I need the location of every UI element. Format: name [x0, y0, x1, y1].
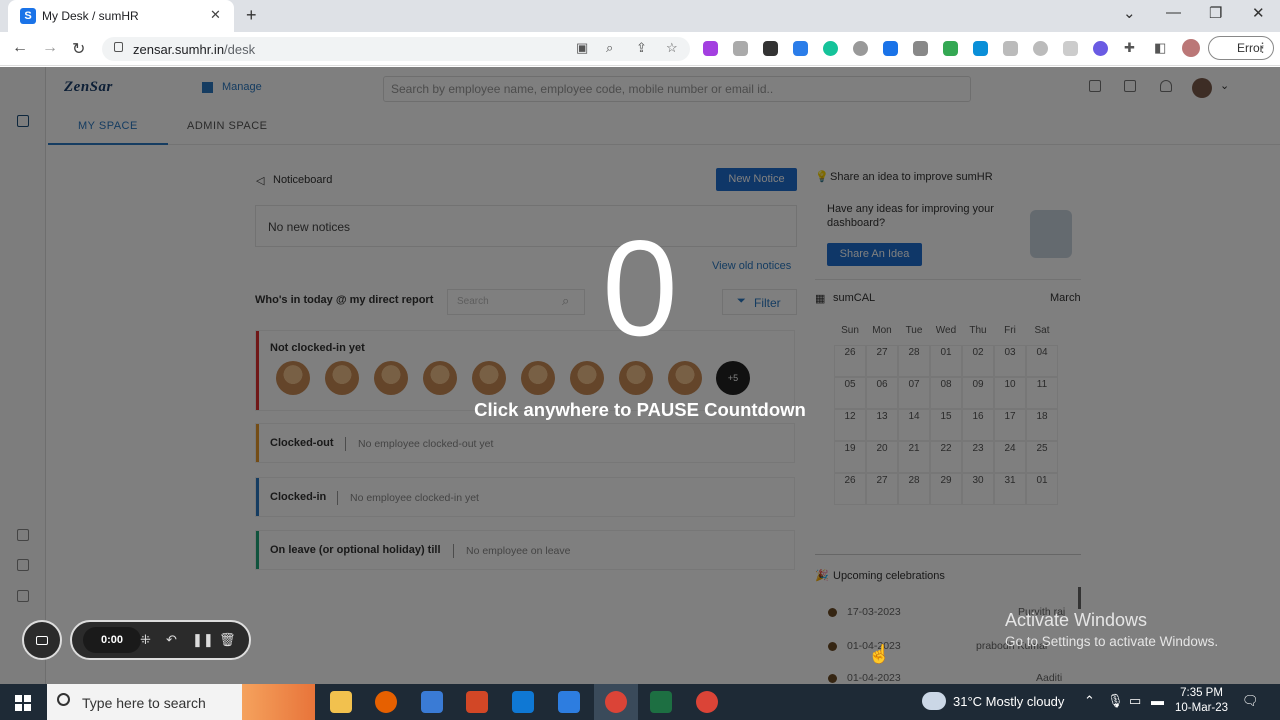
extensions-puzzle-icon[interactable]: ✚ [1124, 40, 1135, 56]
battery-icon[interactable]: ▬ [1151, 693, 1164, 708]
calculator-icon[interactable] [421, 691, 443, 713]
url-text: zensar.sumhr.in/desk [133, 42, 255, 57]
undo-icon[interactable]: ↶ [166, 632, 177, 648]
windows-taskbar: Type here to search 31°C Mostly cloudy ⌃… [0, 684, 1280, 720]
windows-start-icon[interactable] [15, 695, 31, 711]
countdown-overlay[interactable] [0, 67, 1280, 684]
recording-timer: 0:00 [83, 627, 141, 653]
extension-n-icon[interactable] [793, 41, 808, 56]
zoom-icon[interactable]: ⌕ [606, 40, 613, 56]
minimize-icon[interactable]: — [1166, 4, 1181, 21]
tab-title: My Desk / sumHR [42, 9, 139, 23]
pause-countdown-message[interactable]: Click anywhere to PAUSE Countdown [0, 399, 1280, 421]
lock-icon [114, 42, 123, 52]
back-icon[interactable]: ← [12, 39, 28, 57]
mail-icon[interactable] [512, 691, 534, 713]
video-camera-icon [36, 636, 48, 645]
extension-1-icon[interactable] [703, 41, 718, 56]
bookmark-star-icon[interactable]: ☆ [666, 40, 678, 56]
weather-cloud-icon[interactable] [922, 692, 946, 710]
clock-date: 10-Mar-23 [1175, 702, 1229, 714]
excel-icon[interactable] [650, 691, 672, 713]
store-icon[interactable] [558, 691, 580, 713]
grid-icon[interactable]: ⁜ [140, 632, 151, 648]
browser-tab[interactable]: S My Desk / sumHR ✕ [8, 0, 234, 32]
camera-blocked-icon[interactable]: ▣ [576, 40, 588, 56]
url-path: /desk [224, 42, 256, 57]
extension-6-icon[interactable] [853, 41, 868, 56]
share-icon[interactable]: ⇪ [636, 40, 647, 56]
taskbar-clock[interactable]: 7:35 PM 10-Mar-23 [1175, 686, 1228, 716]
clock-time: 7:35 PM [1180, 687, 1223, 699]
reload-icon[interactable]: ↻ [72, 39, 85, 59]
tray-overflow-icon[interactable]: ⌃ [1084, 693, 1095, 709]
browser-tabbar: S My Desk / sumHR ✕ + ⌄ — ❐ ✕ [0, 0, 1280, 32]
search-icon [57, 693, 70, 706]
countdown-number[interactable]: 0 [0, 210, 1280, 366]
extension-3-icon[interactable] [763, 41, 778, 56]
mouse-cursor-icon: ☝ [868, 644, 891, 664]
taskbar-search-box[interactable]: Type here to search [47, 684, 315, 720]
taskbar-search-placeholder: Type here to search [82, 695, 206, 711]
firefox-icon[interactable] [375, 691, 397, 713]
file-explorer-icon[interactable] [330, 691, 352, 713]
microphone-icon[interactable]: 🎙 [1107, 693, 1124, 709]
url-host: zensar.sumhr.in [133, 42, 225, 57]
maximize-icon[interactable]: ❐ [1209, 4, 1222, 22]
url-field[interactable]: zensar.sumhr.in/desk ▣ ⌕ ⇪ ☆ [102, 37, 690, 61]
extension-camera-icon[interactable] [733, 41, 748, 56]
record-camera-button[interactable] [22, 620, 62, 660]
powerpoint-icon[interactable] [466, 691, 488, 713]
extension-11-icon[interactable] [1003, 41, 1018, 56]
skype-icon[interactable] [973, 41, 988, 56]
recorder-toolbar: 0:00 ⁜ ↶ ❚❚ 🗑 [70, 620, 251, 660]
chrome-active-icon[interactable] [605, 691, 627, 713]
profile-avatar[interactable] [1182, 39, 1200, 57]
extension-12-icon[interactable] [1033, 41, 1048, 56]
extension-14-icon[interactable] [1093, 41, 1108, 56]
chrome-menu-icon[interactable]: ⋮ [1256, 40, 1269, 56]
extension-7-icon[interactable] [883, 41, 898, 56]
sidepanel-icon[interactable]: ◧ [1154, 40, 1166, 56]
new-tab-icon[interactable]: + [246, 5, 257, 26]
trash-icon[interactable]: 🗑 [219, 632, 236, 648]
activate-windows-subtitle: Go to Settings to activate Windows. [1005, 634, 1219, 649]
forward-icon[interactable]: → [42, 39, 58, 57]
close-tab-icon[interactable]: ✕ [210, 7, 221, 23]
extension-13-icon[interactable] [1063, 41, 1078, 56]
activate-windows-title: Activate Windows [1005, 610, 1148, 630]
screen: S My Desk / sumHR ✕ + ⌄ — ❐ ✕ ← → ↻ zens… [0, 0, 1280, 720]
extension-8-icon[interactable] [913, 41, 928, 56]
tab-search-chevron-icon[interactable]: ⌄ [1123, 4, 1136, 22]
address-bar: ← → ↻ zensar.sumhr.in/desk ▣ ⌕ ⇪ ☆ ✚ ◧ E… [0, 32, 1280, 66]
extension-9-icon[interactable] [943, 41, 958, 56]
chrome-icon[interactable] [696, 691, 718, 713]
search-highlight-illustration [242, 684, 315, 720]
pause-icon[interactable]: ❚❚ [192, 632, 214, 648]
sumhr-favicon-icon: S [20, 8, 36, 24]
close-window-icon[interactable]: ✕ [1252, 4, 1265, 22]
sumhr-page: ZenSar Manage Search by employee name, e… [0, 67, 1280, 684]
notifications-icon[interactable]: 🗨 [1242, 693, 1259, 709]
grammarly-icon[interactable] [823, 41, 838, 56]
weather-status[interactable]: 31°C Mostly cloudy [953, 694, 1064, 709]
display-icon[interactable]: ▭ [1129, 693, 1141, 709]
